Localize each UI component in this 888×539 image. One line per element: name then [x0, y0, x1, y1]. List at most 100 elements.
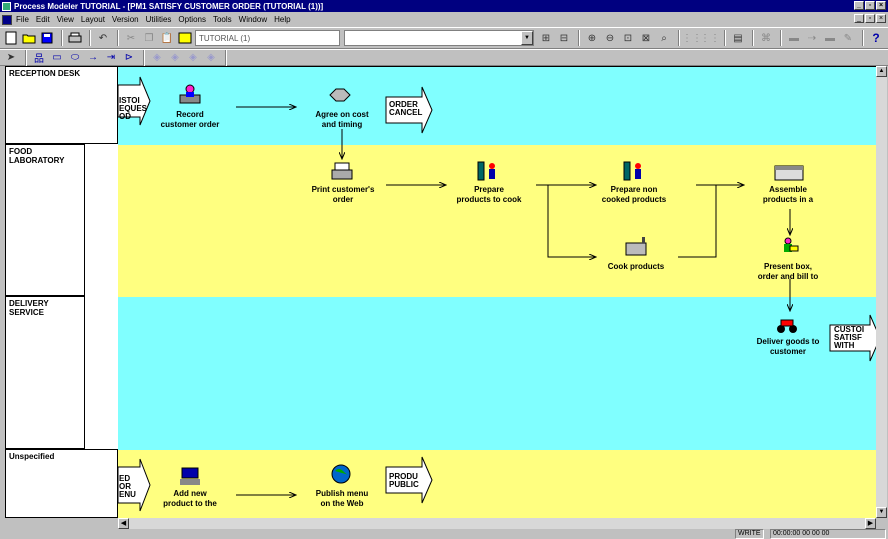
document-icon[interactable]: [2, 14, 12, 25]
resource3-icon[interactable]: ◈: [185, 50, 201, 66]
zoom-fit-icon[interactable]: ⊡: [620, 30, 636, 46]
lane-label-unspecified[interactable]: Unspecified: [5, 449, 118, 518]
process-print-order[interactable]: Print customer's order: [288, 185, 398, 205]
new-file-icon[interactable]: [3, 30, 19, 46]
rounded-box-icon[interactable]: ⬭: [67, 50, 83, 66]
main-toolbar: ↶ ✂ ❐ 📋 TUTORIAL (1) ▼ ⊞ ⊟ ⊕ ⊖ ⊡ ⊠ ⌕ ⋮⋮ …: [0, 27, 888, 49]
resource4-icon[interactable]: ◈: [203, 50, 219, 66]
zoom-out-icon[interactable]: ⊖: [602, 30, 618, 46]
toolbar-separator: [225, 49, 227, 66]
fill-icon[interactable]: ▬: [822, 30, 838, 46]
toolbar-separator: [89, 30, 91, 46]
handshake-icon[interactable]: [328, 83, 352, 105]
menu-view[interactable]: View: [57, 15, 74, 24]
menu-window[interactable]: Window: [239, 15, 267, 24]
flow-arrow-icon[interactable]: →: [85, 50, 101, 66]
process-present-box[interactable]: Present box, order and bill to: [733, 262, 843, 282]
resource2-icon[interactable]: ◈: [167, 50, 183, 66]
menu-utilities[interactable]: Utilities: [146, 15, 172, 24]
arrow-style-icon[interactable]: ⇢: [804, 30, 820, 46]
scroll-left-icon[interactable]: ◀: [118, 518, 129, 529]
diagram-canvas[interactable]: ISTOI EQUES OD ORDER CANCEL CUSTOI SATIS…: [118, 66, 876, 518]
menu-layout[interactable]: Layout: [81, 15, 105, 24]
horizontal-scrollbar[interactable]: ◀ ▶: [118, 518, 876, 529]
filter-combo[interactable]: ▼: [344, 30, 534, 46]
doc-close-button[interactable]: ×: [876, 14, 886, 23]
print-icon[interactable]: [67, 30, 83, 46]
menu-bar: File Edit View Layout Version Utilities …: [0, 12, 888, 27]
cut-icon[interactable]: ✂: [123, 30, 139, 46]
lane-label-food-lab[interactable]: FOOD LABORATORY: [5, 144, 85, 296]
save-icon[interactable]: [39, 30, 55, 46]
open-folder-icon[interactable]: [21, 30, 37, 46]
menu-tools[interactable]: Tools: [213, 15, 232, 24]
printer-icon[interactable]: [330, 160, 354, 182]
properties-icon[interactable]: ▤: [730, 30, 746, 46]
scroll-right-icon[interactable]: ▶: [865, 518, 876, 529]
close-button[interactable]: ×: [876, 1, 886, 10]
zoom-in-icon[interactable]: ⊕: [584, 30, 600, 46]
copy-icon[interactable]: ❐: [141, 30, 157, 46]
chevron-down-icon[interactable]: ▼: [521, 31, 533, 45]
pointer-icon[interactable]: ➤: [3, 50, 19, 66]
menu-edit[interactable]: Edit: [36, 15, 50, 24]
menu-version[interactable]: Version: [112, 15, 139, 24]
status-time: 00:00:00 00 00 00: [770, 529, 886, 539]
delivery-scooter-icon[interactable]: [775, 313, 799, 335]
lane-label-reception[interactable]: RECEPTION DESK: [5, 66, 118, 144]
menu-file[interactable]: File: [16, 15, 29, 24]
link-icon[interactable]: ⌘: [758, 30, 774, 46]
output-product-public-label: PRODU PUBLIC: [389, 472, 419, 489]
scroll-up-icon[interactable]: ▲: [876, 66, 887, 77]
process-add-product[interactable]: Add new product to the: [135, 489, 245, 509]
process-prepare-noncooked[interactable]: Prepare non cooked products: [579, 185, 689, 205]
lane-icon[interactable]: 品: [31, 50, 47, 66]
globe-icon[interactable]: [329, 463, 353, 485]
find-icon[interactable]: ⌕: [656, 30, 672, 46]
model-combo[interactable]: TUTORIAL (1): [195, 30, 340, 46]
output-icon[interactable]: ⊳: [121, 50, 137, 66]
input-icon[interactable]: ⇥: [103, 50, 119, 66]
stove-icon[interactable]: [624, 235, 648, 257]
doc-restore-button[interactable]: ▫: [865, 14, 875, 23]
line-style-icon[interactable]: ▬: [786, 30, 802, 46]
process-cook-products[interactable]: Cook products: [581, 262, 691, 272]
lane-label-delivery[interactable]: DELIVERY SERVICE: [5, 296, 85, 449]
process-publish-menu[interactable]: Publish menu on the Web: [287, 489, 397, 509]
worker-shelf-icon[interactable]: [476, 160, 500, 182]
restore-button[interactable]: ▫: [865, 1, 875, 10]
vertical-scrollbar[interactable]: ▲ ▼: [876, 66, 887, 518]
model-icon[interactable]: [177, 30, 193, 46]
courier-icon[interactable]: [776, 236, 800, 258]
help-icon[interactable]: ?: [868, 30, 884, 46]
process-box-icon[interactable]: ▭: [49, 50, 65, 66]
paste-icon[interactable]: 📋: [159, 30, 175, 46]
process-deliver-goods[interactable]: Deliver goods to customer: [733, 337, 843, 357]
process-record-customer-order[interactable]: Record customer order: [135, 110, 245, 130]
library-icon[interactable]: ⊟: [556, 30, 572, 46]
diagram-icon[interactable]: ⊞: [538, 30, 554, 46]
menu-help[interactable]: Help: [274, 15, 290, 24]
menu-options[interactable]: Options: [178, 15, 206, 24]
toolbar-separator: [780, 30, 782, 46]
toolbar-separator: [578, 30, 580, 46]
doc-minimize-button[interactable]: _: [854, 14, 864, 23]
toolbar-separator: [724, 30, 726, 46]
distribute-icon[interactable]: ⋮⋮: [700, 30, 720, 46]
clerk-desk-icon[interactable]: [178, 83, 202, 105]
zoom-area-icon[interactable]: ⊠: [638, 30, 654, 46]
process-prepare-cook[interactable]: Prepare products to cook: [434, 185, 544, 205]
align-icon[interactable]: ⋮⋮: [682, 30, 702, 46]
toolbar-separator: [143, 49, 145, 66]
brush-icon[interactable]: ✎: [840, 30, 856, 46]
resource-icon[interactable]: ◈: [149, 50, 165, 66]
box-icon[interactable]: [774, 163, 804, 185]
status-mode: WRITE: [735, 529, 764, 539]
process-agree-cost[interactable]: Agree on cost and timing: [287, 110, 397, 130]
minimize-button[interactable]: _: [854, 1, 864, 10]
process-assemble[interactable]: Assemble products in a: [733, 185, 843, 205]
computer-users-icon[interactable]: [178, 465, 202, 487]
scroll-down-icon[interactable]: ▼: [876, 507, 887, 518]
worker-shelf-icon[interactable]: [622, 160, 646, 182]
undo-icon[interactable]: ↶: [95, 30, 111, 46]
